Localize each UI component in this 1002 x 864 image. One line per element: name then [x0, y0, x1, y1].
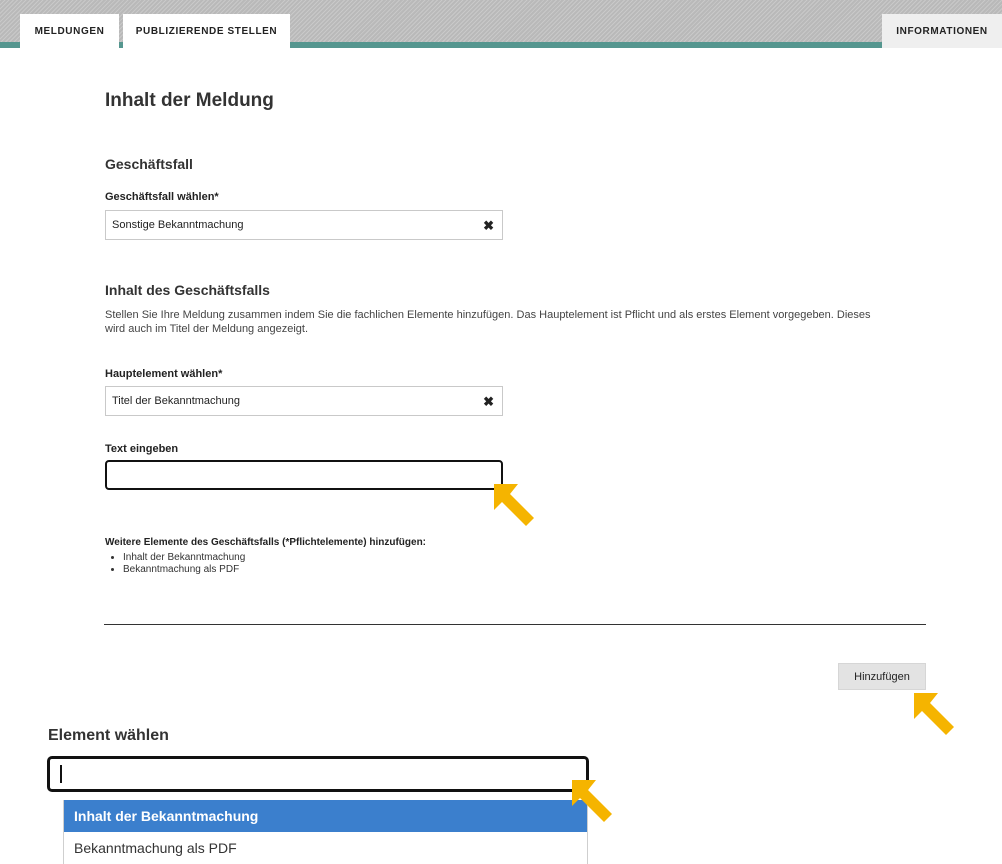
content-description: Stellen Sie Ihre Meldung zusammen indem … [105, 309, 871, 335]
element-select-label: Element wählen [48, 727, 169, 744]
clear-x-icon[interactable]: ✖ [483, 395, 494, 408]
tab-meldungen[interactable]: MELDUNGEN [20, 14, 119, 48]
text-caret [60, 765, 62, 783]
dropdown-option[interactable]: Inhalt der Bekanntmachung [64, 800, 587, 832]
text-input[interactable] [105, 460, 503, 490]
list-item: Bekanntmachung als PDF [123, 564, 245, 576]
divider [104, 624, 926, 625]
tab-informationen[interactable]: INFORMATIONEN [882, 14, 1002, 48]
main-element-select[interactable]: Titel der Bekanntmachung ✖ [105, 386, 503, 416]
arrow-pointer-icon [494, 484, 534, 526]
main-element-value: Titel der Bekanntmachung [112, 395, 240, 407]
more-elements-label: Weitere Elemente des Geschäftsfalls (*Pf… [105, 537, 427, 548]
tab-bar: MELDUNGEN PUBLIZIERENDE STELLEN INFORMAT… [0, 0, 1002, 48]
arrow-pointer-icon [572, 780, 612, 822]
page-title: Inhalt der Meldung [105, 90, 274, 111]
list-item: Inhalt der Bekanntmachung [123, 552, 245, 564]
arrow-pointer-icon [914, 693, 954, 735]
main-element-label: Hauptelement wählen* [105, 368, 223, 380]
clear-x-icon[interactable]: ✖ [483, 219, 494, 232]
element-select-input[interactable] [47, 756, 589, 792]
tab-publizierende-stellen[interactable]: PUBLIZIERENDE STELLEN [123, 14, 290, 48]
element-select-dropdown: Inhalt der Bekanntmachung Bekanntmachung… [63, 800, 588, 864]
dropdown-option[interactable]: Bekanntmachung als PDF [64, 832, 587, 864]
business-case-value: Sonstige Bekanntmachung [112, 219, 244, 231]
more-elements-list: Inhalt der Bekanntmachung Bekanntmachung… [105, 552, 245, 576]
business-case-label: Geschäftsfall wählen* [105, 191, 219, 203]
section-content-heading: Inhalt des Geschäftsfalls [105, 282, 270, 298]
business-case-select[interactable]: Sonstige Bekanntmachung ✖ [105, 210, 503, 240]
text-input-label: Text eingeben [105, 443, 179, 455]
section-geschaeftsfall-heading: Geschäftsfall [105, 156, 193, 172]
